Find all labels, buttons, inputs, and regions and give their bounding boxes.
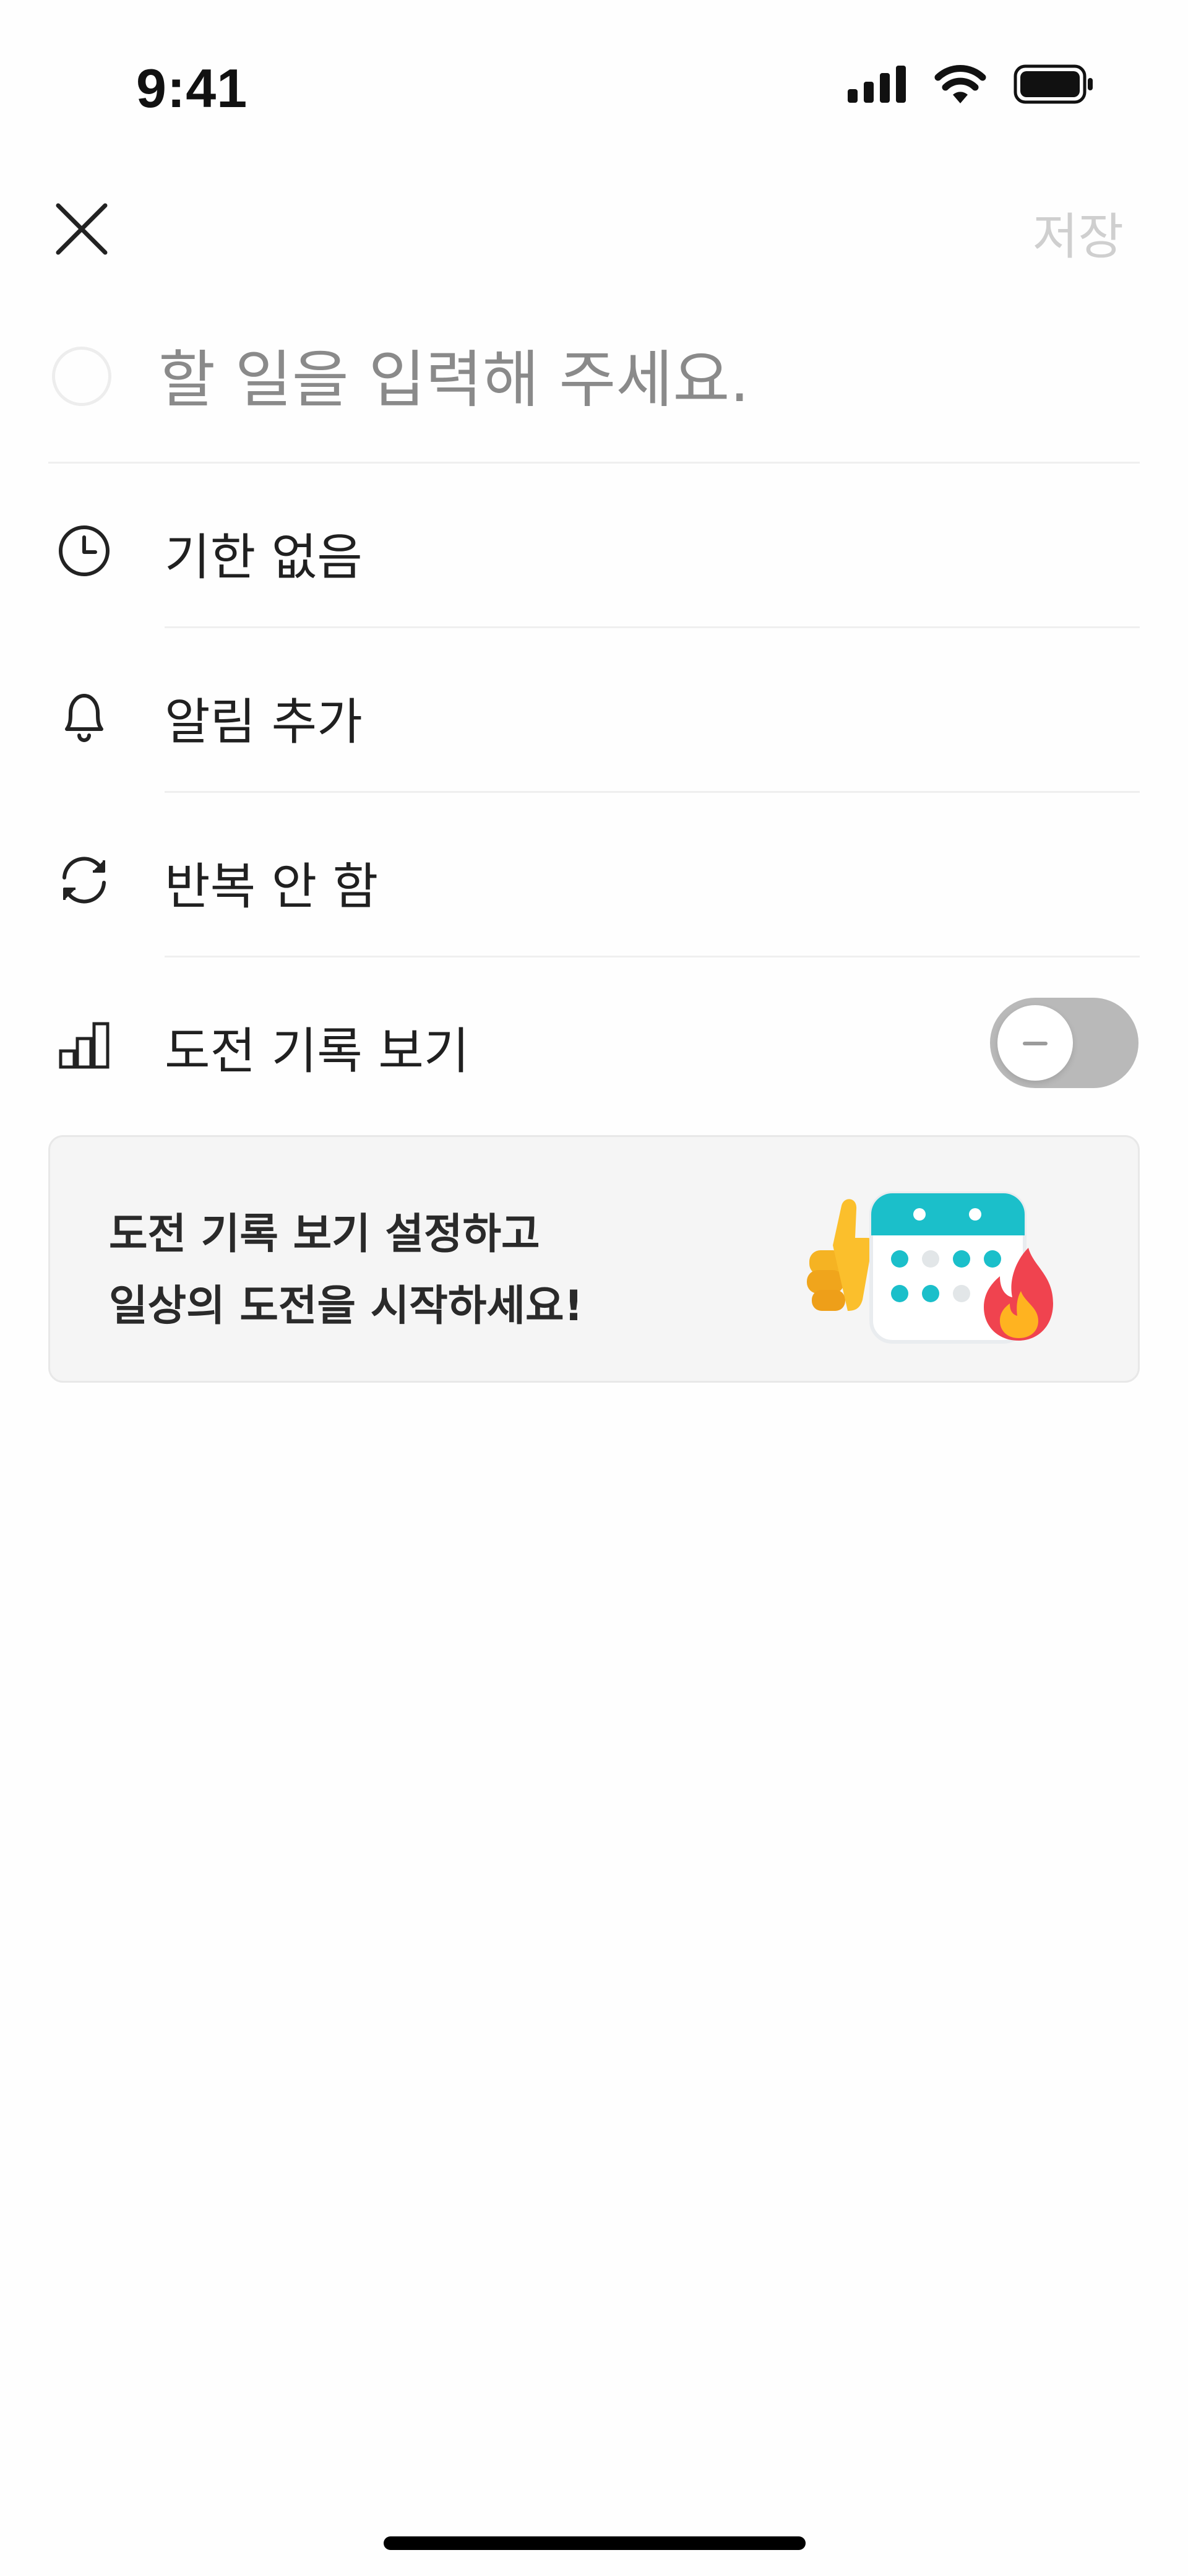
task-title-input[interactable] [158,339,1124,420]
promo-line-2: 일상의 도전을 시작하세요! [109,1282,583,1331]
clock-icon [59,525,110,576]
calendar-thumbs-up-fire-illustration [807,1191,1053,1344]
bell-icon [65,694,103,742]
promo-line-1: 도전 기록 보기 설정하고 [109,1210,540,1259]
divider [165,791,1140,793]
challenge-record-label: 도전 기록 보기 [165,1022,470,1080]
toggle-knob [997,1005,1073,1081]
close-icon [56,203,108,255]
cellular-signal-icon [848,66,906,103]
repeat-label: 반복 안 함 [165,858,379,915]
divider [165,626,1140,628]
save-button[interactable]: 저장 [1033,197,1124,269]
divider [48,462,1140,464]
wifi-icon [934,65,986,103]
status-time: 9:41 [136,58,248,119]
close-button[interactable] [52,199,111,259]
status-icons [848,64,1094,104]
reminder-label: 알림 추가 [165,693,363,751]
divider [165,956,1140,957]
task-complete-checkbox[interactable] [52,347,111,406]
bar-chart-icon [59,1022,110,1069]
home-indicator [384,2536,806,2550]
repeat-icon [62,857,106,904]
due-date-label: 기한 없음 [165,529,363,586]
battery-icon [1014,64,1093,104]
challenge-record-toggle[interactable] [990,998,1138,1088]
